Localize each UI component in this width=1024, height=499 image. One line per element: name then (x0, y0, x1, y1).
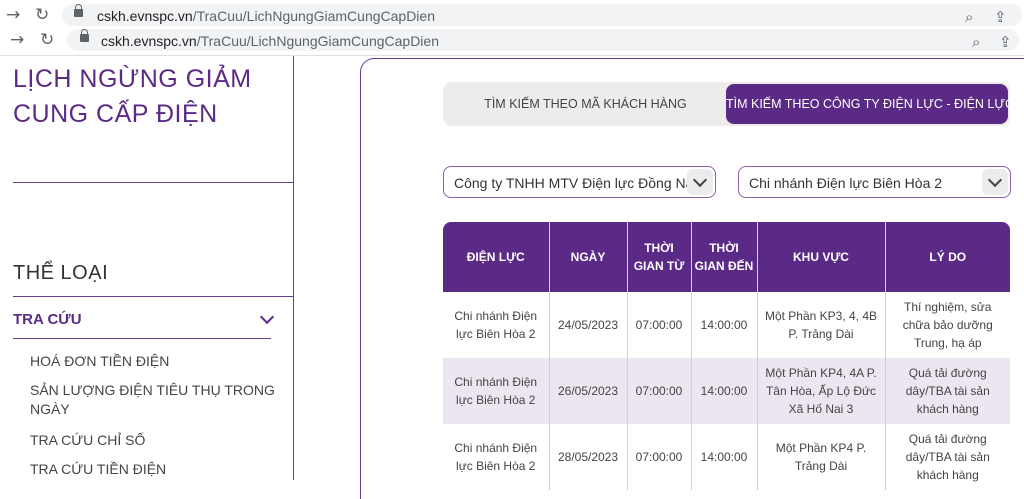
cell-den: 14:00:00 (691, 292, 758, 358)
chevron-down-icon (987, 172, 1003, 188)
company-select[interactable]: Công ty TNHH MTV Điện lực Đồng Nai (443, 166, 716, 198)
cell-dien-luc: Chi nhánh Điện lực Biên Hòa 2 (443, 424, 550, 490)
tab-by-company[interactable]: TÌM KIẾM THEO CÔNG TY ĐIỆN LỰC - ĐIỆN LỰ… (726, 84, 1014, 124)
cell-ngay: 24/05/2023 (549, 292, 628, 358)
sidebar-item-tien-dien[interactable]: TRA CỨU TIỀN ĐIỆN (30, 460, 280, 479)
company-select-value: Công ty TNHH MTV Điện lực Đồng Nai (454, 175, 697, 191)
branch-select-button[interactable] (982, 169, 1008, 195)
cell-ly-do: Quá tải đường dây/TBA tài sản khách hàng (885, 358, 1010, 424)
branch-select-value: Chi nhánh Điện lực Biên Hòa 2 (749, 175, 943, 191)
address-bar[interactable]: cskh.evnspc.vn/TraCuu/LichNgungGiamCungC… (67, 29, 1019, 51)
sidebar-item-chi-so[interactable]: TRA CỨU CHỈ SỐ (30, 431, 280, 450)
share-icon[interactable]: ⇪ (999, 33, 1012, 51)
browser-toolbar-duplicate: → ↻ cskh.evnspc.vn/TraCuu/LichNgungGiamC… (0, 27, 1024, 53)
header-ly-do: LÝ DO (885, 222, 1010, 292)
cell-den: 14:00:00 (691, 424, 758, 490)
zoom-icon[interactable]: ⌕ (972, 33, 980, 51)
search-tabs: TÌM KIẾM THEO MÃ KHÁCH HÀNG TÌM KIẾM THE… (443, 82, 1014, 126)
header-ngay: NGÀY (549, 222, 628, 292)
cell-khu-vuc: Một Phần KP4, 4A P. Tân Hòa, Ấp Lộ Đức X… (757, 358, 886, 424)
company-select-button[interactable] (687, 169, 713, 195)
page-title: LỊCH NGỪNG GIẢM CUNG CẤP ĐIỆN (13, 65, 252, 128)
group-divider (13, 338, 271, 339)
url-text: cskh.evnspc.vn/TraCuu/LichNgungGiamCungC… (101, 33, 439, 49)
cell-den: 14:00:00 (691, 358, 758, 424)
category-divider (13, 296, 294, 297)
tab-by-customer-code[interactable]: TÌM KIẾM THEO MÃ KHÁCH HÀNG (445, 84, 726, 124)
sidebar-group-tra-cuu[interactable]: TRA CỨU (13, 311, 82, 328)
branch-select[interactable]: Chi nhánh Điện lực Biên Hòa 2 (738, 166, 1011, 198)
share-icon[interactable]: ⇪ (994, 8, 1007, 26)
browser-toolbar: → ↻ cskh.evnspc.vn/TraCuu/LichNgungGiamC… (0, 2, 1024, 28)
header-thoi-gian-tu: THỜI GIAN TỪ (627, 222, 692, 292)
outage-table: ĐIỆN LỰC NGÀY THỜI GIAN TỪ THỜI GIAN ĐẾN… (443, 222, 1010, 490)
header-khu-vuc: KHU VỰC (757, 222, 886, 292)
toolbar-divider (0, 55, 1024, 56)
lock-icon (80, 29, 89, 42)
category-title: THỂ LOẠI (13, 262, 109, 284)
cell-tu: 07:00:00 (627, 292, 692, 358)
table-row: Chi nhánh Điện lực Biên Hòa 2 26/05/2023… (443, 358, 1010, 424)
address-bar[interactable]: cskh.evnspc.vn/TraCuu/LichNgungGiamCungC… (62, 4, 1022, 26)
back-arrow-icon[interactable]: → (10, 31, 24, 49)
table-row: Chi nhánh Điện lực Biên Hòa 2 24/05/2023… (443, 292, 1010, 358)
sidebar-divider (13, 182, 294, 183)
sidebar-item-hoa-don[interactable]: HOÁ ĐƠN TIỀN ĐIỆN (30, 352, 280, 371)
table-header-row: ĐIỆN LỰC NGÀY THỜI GIAN TỪ THỜI GIAN ĐẾN… (443, 222, 1010, 292)
cell-dien-luc: Chi nhánh Điện lực Biên Hòa 2 (443, 292, 550, 358)
header-thoi-gian-den: THỜI GIAN ĐẾN (691, 222, 758, 292)
cell-tu: 07:00:00 (627, 358, 692, 424)
back-arrow-icon[interactable]: → (6, 6, 20, 24)
cell-ngay: 28/05/2023 (549, 424, 628, 490)
cell-ngay: 26/05/2023 (549, 358, 628, 424)
reload-icon[interactable]: ↻ (35, 6, 49, 24)
reload-icon[interactable]: ↻ (40, 31, 54, 49)
sidebar-item-san-luong[interactable]: SẢN LƯỢNG ĐIỆN TIÊU THỤ TRONG NGÀY (30, 381, 280, 419)
chevron-down-icon[interactable] (259, 309, 275, 325)
cell-khu-vuc: Một Phần KP3, 4, 4B P. Trảng Dài (757, 292, 886, 358)
header-dien-luc: ĐIỆN LỰC (443, 222, 550, 292)
zoom-icon[interactable]: ⌕ (965, 8, 973, 26)
url-text: cskh.evnspc.vn/TraCuu/LichNgungGiamCungC… (97, 8, 435, 24)
chevron-down-icon (692, 172, 708, 188)
cell-dien-luc: Chi nhánh Điện lực Biên Hòa 2 (443, 358, 550, 424)
cell-tu: 07:00:00 (627, 424, 692, 490)
lock-icon (74, 4, 83, 17)
cell-ly-do: Thí nghiệm, sửa chữa bảo dưỡng Trung, hạ… (902, 300, 993, 350)
table-row: Chi nhánh Điện lực Biên Hòa 2 28/05/2023… (443, 424, 1010, 490)
cell-ly-do: Quá tải đường dây/TBA tài sản khách hàng (905, 432, 990, 482)
cell-khu-vuc: Một Phần KP4 P. Trảng Dài (757, 424, 886, 490)
sidebar-border (293, 56, 294, 480)
